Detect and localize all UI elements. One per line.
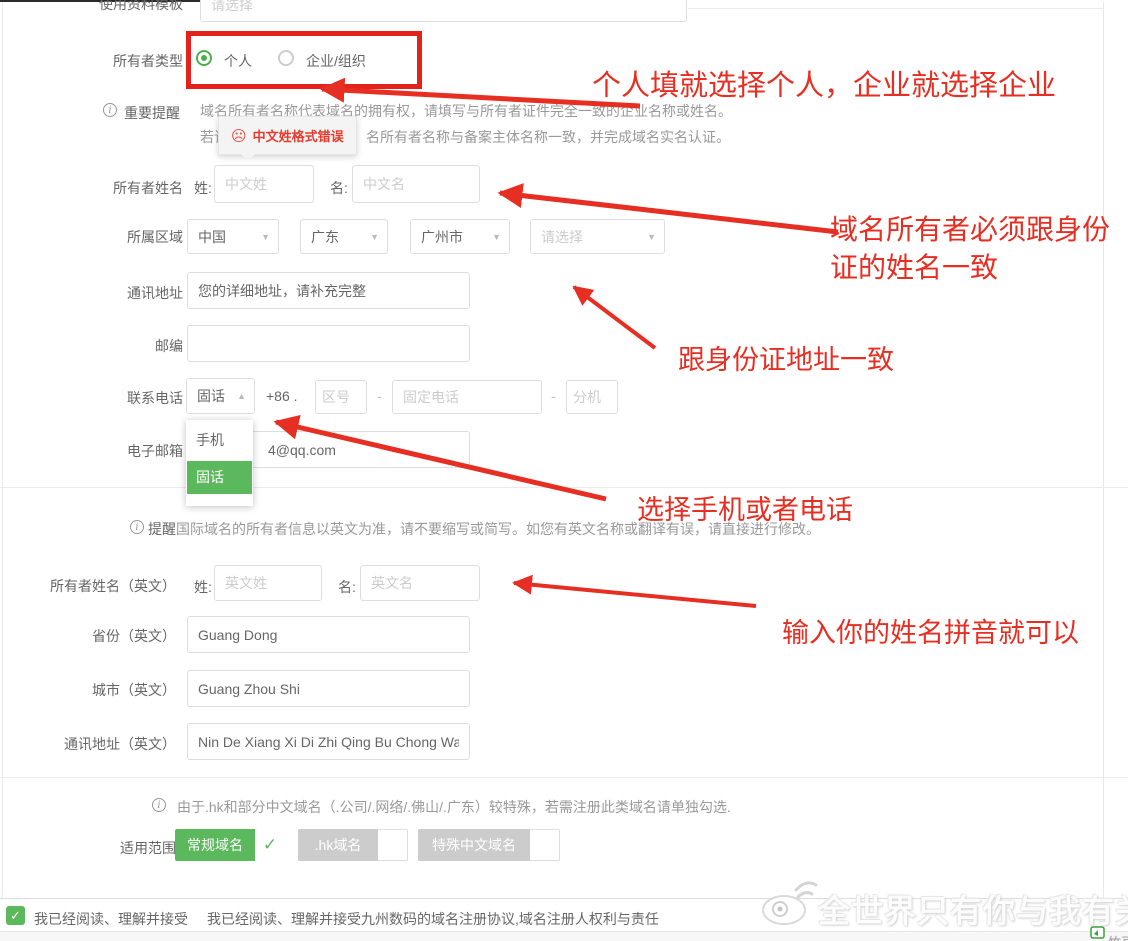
annotation-phone: 选择手机或者电话 — [637, 488, 853, 527]
phone-dash2: - — [551, 388, 556, 404]
field-label-address: 通讯地址 — [0, 283, 183, 303]
template-select-input[interactable] — [200, 0, 687, 22]
sad-face-icon — [231, 127, 247, 145]
annotation-owner-name-line2: 证的姓名一致 — [830, 246, 998, 286]
phone-type-value: 固话 — [197, 386, 225, 406]
givenname-sublabel: 名: — [330, 178, 348, 198]
surname-cn-input[interactable] — [214, 165, 314, 203]
field-label-region: 所属区域 — [0, 227, 183, 247]
important-notice-label: 重要提醒 — [124, 103, 180, 123]
region-province-value: 广东 — [311, 227, 339, 247]
city-en-input[interactable] — [187, 670, 470, 707]
field-label-template: 使用资料模板 — [0, 0, 183, 14]
corner-tool-icon[interactable] — [1090, 926, 1105, 939]
surname-en-sublabel: 姓: — [194, 577, 212, 597]
info-icon — [103, 103, 117, 117]
check-icon: ✓ — [255, 829, 285, 861]
right-border — [1103, 2, 1104, 898]
info-icon — [152, 798, 166, 812]
divider — [0, 777, 1128, 778]
annotation-english-name: 输入你的姓名拼音就可以 — [782, 611, 1079, 650]
surname-en-input[interactable] — [214, 565, 322, 601]
agree-label: 我已经阅读、理解并接受 — [34, 909, 188, 929]
region-district-placeholder: 请选择 — [541, 227, 583, 247]
field-label-owner-name: 所有者姓名 — [0, 178, 183, 198]
annotation-address: 跟身份证地址一致 — [678, 338, 894, 377]
givenname-en-sublabel: 名: — [338, 577, 356, 597]
important-notice-line2-suffix: 名所有者名称与备案主体名称一致，并完成域名实名认证。 — [366, 127, 730, 147]
region-country-select[interactable]: 中国 — [187, 219, 279, 254]
region-province-select[interactable]: 广东 — [300, 219, 388, 254]
top-border-line — [688, 8, 1104, 9]
givenname-en-input[interactable] — [360, 565, 480, 601]
field-label-address-en: 通讯地址（英文） — [0, 734, 176, 754]
scope-regular-toggle[interactable]: 常规域名 ✓ — [175, 829, 285, 861]
region-city-value: 广州市 — [421, 227, 463, 247]
agree-statement[interactable]: 我已经阅读、理解并接受九州数码的域名注册协议,域名注册人权利与责任 — [207, 909, 659, 929]
annotation-owner-name-line1: 域名所有者必须跟身份 — [830, 208, 1110, 248]
reminder-label: 提醒 — [148, 519, 176, 539]
surname-sublabel: 姓: — [194, 178, 212, 198]
address-en-input[interactable] — [187, 723, 470, 760]
province-en-input[interactable] — [187, 616, 470, 653]
field-label-province-en: 省份（英文） — [0, 626, 176, 646]
empty-checkbox — [378, 829, 408, 861]
field-label-zipcode: 邮编 — [0, 336, 183, 356]
corner-tool-label: 竹亘 — [1108, 932, 1128, 941]
field-label-scope: 适用范围 — [120, 838, 176, 858]
givenname-cn-input[interactable] — [352, 165, 480, 203]
divider — [0, 487, 1128, 488]
region-city-select[interactable]: 广州市 — [410, 219, 510, 254]
scope-hk-toggle[interactable]: .hk域名 — [298, 829, 408, 861]
name-format-error-tooltip: 中文姓格式错误 — [218, 116, 357, 155]
field-label-city-en: 城市（英文） — [0, 680, 176, 700]
annotation-owner-type: 个人填就选择个人，企业就选择企业 — [592, 62, 1056, 104]
empty-checkbox — [530, 829, 560, 861]
phone-number-input[interactable] — [392, 380, 542, 414]
dropdown-option-landline[interactable]: 固话 — [187, 461, 252, 494]
error-tooltip-text: 中文姓格式错误 — [253, 126, 344, 145]
info-icon — [130, 520, 144, 534]
field-label-email: 电子邮箱 — [0, 441, 183, 461]
field-label-phone: 联系电话 — [0, 388, 183, 408]
hk-note-text: 由于.hk和部分中文域名（.公司/.网络/.佛山/.广东）较特殊，若需注册此类域… — [177, 797, 731, 817]
field-label-owner-name-en: 所有者姓名（英文） — [0, 576, 176, 596]
area-code-input[interactable] — [315, 380, 367, 414]
domain-registration-form: 使用资料模板 所有者类型 个人 企业/组织 重要提醒 域名所有者名称代表域名的拥… — [0, 0, 1128, 941]
agree-checkbox[interactable] — [6, 906, 25, 925]
weibo-logo-icon — [760, 874, 818, 928]
phone-ext-input[interactable] — [566, 380, 618, 414]
country-code-label: +86 . — [266, 388, 298, 404]
address-input[interactable] — [187, 272, 470, 309]
field-label-owner-type: 所有者类型 — [0, 51, 183, 71]
bottom-strip — [0, 932, 1128, 941]
dropdown-option-mobile[interactable]: 手机 — [186, 420, 253, 460]
watermark-text: 全世界只有你与我有关 — [818, 886, 1128, 932]
phone-type-dropdown-menu: 手机 固话 — [186, 420, 253, 506]
phone-type-select[interactable]: 固话 — [186, 378, 255, 414]
zipcode-input[interactable] — [187, 325, 470, 362]
scope-special-label: 特殊中文域名 — [418, 829, 530, 861]
highlight-box — [186, 31, 422, 89]
scope-hk-label: .hk域名 — [298, 829, 378, 861]
scope-regular-label: 常规域名 — [175, 829, 255, 861]
scope-special-toggle[interactable]: 特殊中文域名 — [418, 829, 560, 861]
region-country-value: 中国 — [198, 227, 226, 247]
region-district-select[interactable]: 请选择 — [530, 219, 665, 254]
phone-dash1: - — [377, 388, 382, 404]
